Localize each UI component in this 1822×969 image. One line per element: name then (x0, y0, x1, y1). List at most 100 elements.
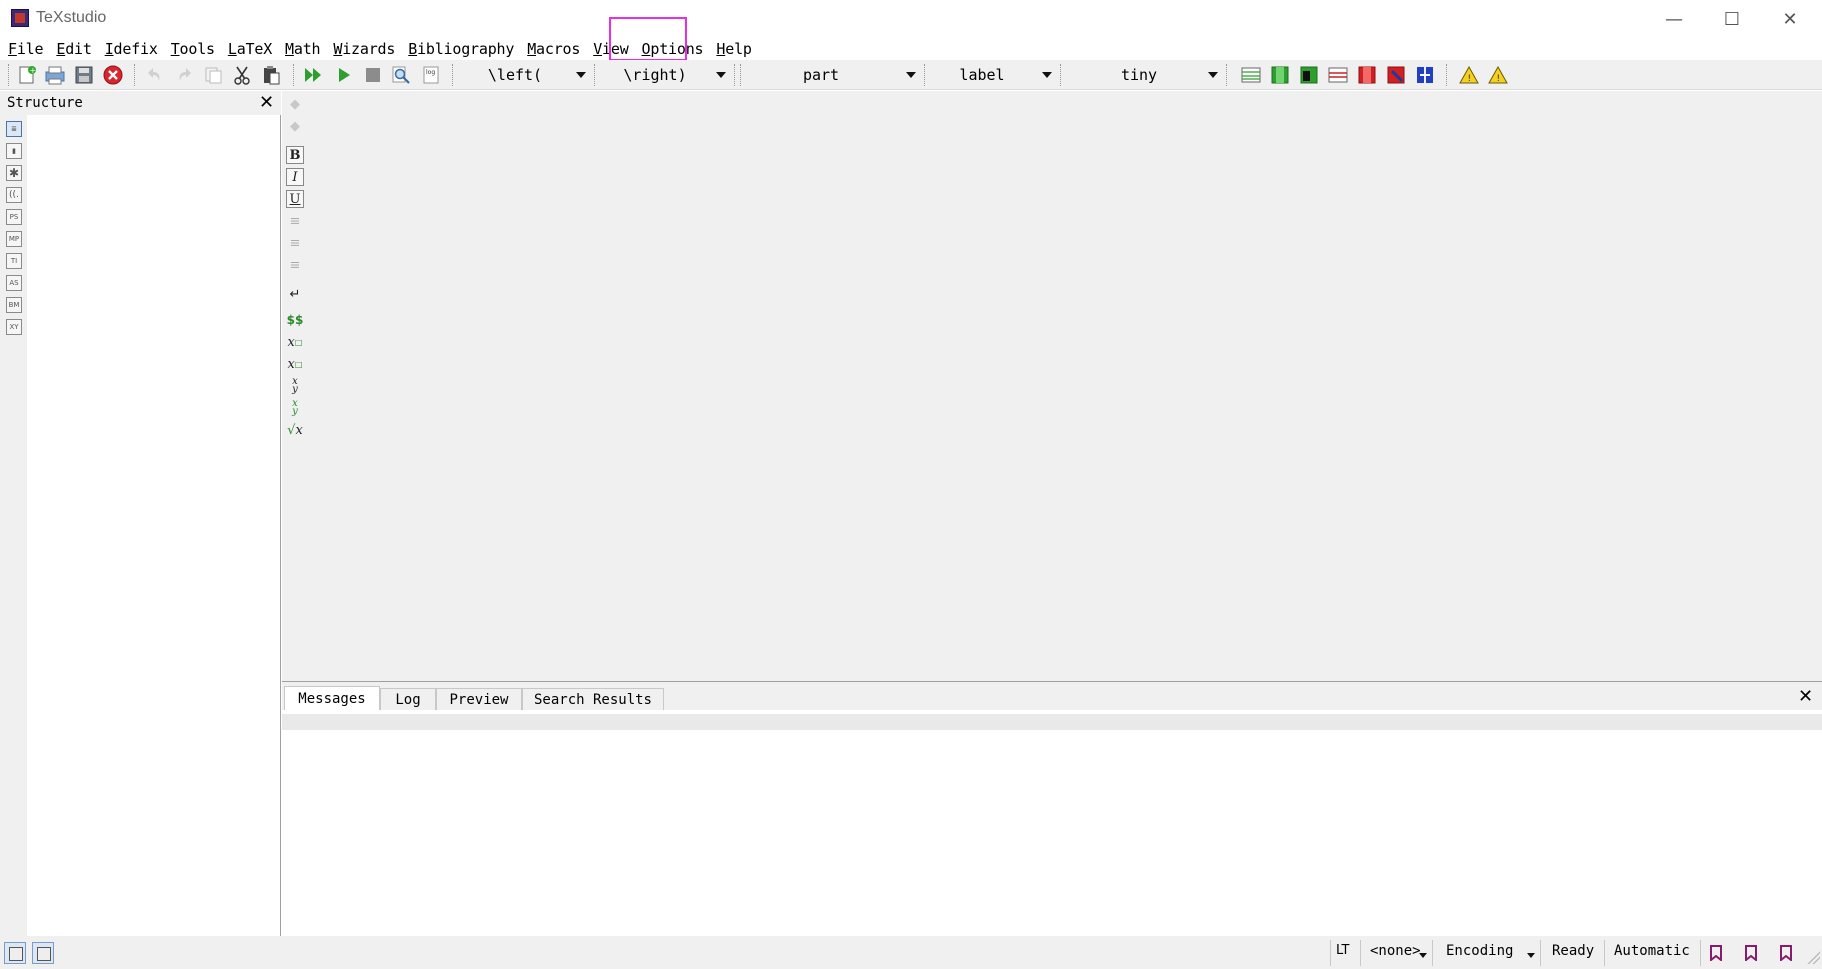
structure-header: Structure ✕ (0, 91, 281, 115)
sectioning-select[interactable]: part (744, 64, 922, 86)
view-icon[interactable] (390, 64, 412, 86)
add-column-icon[interactable] (1269, 64, 1291, 86)
editor-area[interactable]: ◆ ◆ B I U ≡ ≡ ≡ ↵ $$ x □ x □ xy xy √ x (282, 91, 1822, 681)
menu-wizards[interactable]: Wizards (333, 40, 401, 58)
tab-preview[interactable]: Preview (436, 688, 522, 710)
cut-icon[interactable] (231, 64, 253, 86)
minimize-button[interactable]: — (1645, 0, 1703, 38)
bookmark-icon[interactable]: ▮ (6, 143, 22, 159)
xypic-icon[interactable]: XY (6, 319, 22, 335)
language-select[interactable]: <none> (1370, 943, 1421, 959)
save-icon[interactable] (73, 64, 95, 86)
metapost-icon[interactable]: MP (6, 231, 22, 247)
maximize-button[interactable]: ☐ (1703, 0, 1761, 38)
align-table-icon[interactable] (1414, 64, 1436, 86)
align-left-icon[interactable]: ≡ (286, 212, 304, 230)
paste-icon[interactable] (260, 64, 282, 86)
new-file-icon[interactable]: + (16, 64, 38, 86)
messages-header-strip (282, 714, 1822, 730)
compile-icon[interactable] (333, 64, 355, 86)
chevron-down-icon (1527, 953, 1535, 958)
close-messages-button[interactable]: ✕ (1798, 686, 1813, 707)
remove-row-icon[interactable] (1385, 64, 1407, 86)
toolbar-separator (740, 64, 741, 86)
previous-mark-icon[interactable]: ◆ (286, 95, 304, 113)
menu-tools[interactable]: Tools (171, 40, 221, 58)
reference-value: label (959, 66, 1005, 84)
insert-column-icon[interactable] (1298, 64, 1320, 86)
redo-icon[interactable] (173, 64, 195, 86)
texstudio-logo-icon (11, 9, 29, 27)
status-bar: LT <none> Encoding Ready Automatic (0, 936, 1822, 969)
next-mark-icon[interactable]: ◆ (286, 117, 304, 135)
log-icon[interactable]: log (419, 64, 441, 86)
size-select[interactable]: tiny (1064, 64, 1224, 86)
left-delimiter-select[interactable]: \left( (460, 64, 592, 86)
menu-options[interactable]: Options (642, 40, 710, 58)
subscript-icon[interactable]: x □ (286, 333, 304, 351)
toolbar-separator (1226, 64, 1227, 86)
bold-icon[interactable]: B (286, 146, 304, 164)
right-delimiter-select[interactable]: \right) (600, 64, 732, 86)
close-structure-button[interactable]: ✕ (259, 92, 274, 113)
stop-icon[interactable] (362, 64, 384, 86)
menu-latex[interactable]: LaTeX (228, 40, 278, 58)
menu-file[interactable]: File (8, 40, 49, 58)
menu-edit[interactable]: Edit (56, 40, 97, 58)
bookmark-2-icon[interactable] (1744, 945, 1758, 963)
tikz-icon[interactable]: TI (6, 253, 22, 269)
inline-math-icon[interactable]: $$ (286, 311, 304, 329)
bookmark-1-icon[interactable] (1709, 945, 1723, 963)
menu-macros[interactable]: Macros (527, 40, 586, 58)
structure-icon[interactable]: ≣ (6, 121, 22, 137)
svg-text:!: ! (1497, 74, 1501, 84)
superscript-icon[interactable]: x □ (286, 355, 304, 373)
reference-select[interactable]: label (928, 64, 1058, 86)
build-view-icon[interactable] (303, 64, 325, 86)
italic-icon[interactable]: I (286, 168, 304, 186)
undo-icon[interactable] (144, 64, 166, 86)
dfrac-icon[interactable]: xy (286, 399, 304, 417)
fraction-icon[interactable]: xy (286, 377, 304, 395)
menu-bibliography[interactable]: Bibliography (408, 40, 520, 58)
add-row-icon[interactable] (1327, 64, 1349, 86)
menu-view[interactable]: View (593, 40, 634, 58)
toolbar-separator (452, 64, 453, 86)
symbols-icon[interactable]: ✱ (6, 165, 22, 181)
underline-icon[interactable]: U (286, 190, 304, 208)
bookmark-3-icon[interactable] (1779, 945, 1793, 963)
close-window-button[interactable]: ✕ (1761, 0, 1819, 38)
encoding-select[interactable]: Encoding (1446, 943, 1513, 959)
close-file-icon[interactable] (102, 64, 124, 86)
align-right-icon[interactable]: ≡ (286, 256, 304, 274)
menu-math[interactable]: Math (285, 40, 326, 58)
toggle-structure-button[interactable] (4, 942, 26, 964)
toolbar-separator (8, 64, 9, 86)
tab-messages[interactable]: Messages (284, 686, 380, 710)
remove-column-icon[interactable] (1356, 64, 1378, 86)
resize-grip-icon[interactable] (1806, 950, 1820, 964)
warning-alt-icon[interactable]: ! (1487, 64, 1509, 86)
menu-idefix[interactable]: Idefix (105, 40, 164, 58)
asymptote-icon[interactable]: AS (6, 275, 22, 291)
copy-icon[interactable] (202, 64, 224, 86)
table-icon[interactable] (1240, 64, 1262, 86)
tab-log[interactable]: Log (380, 688, 436, 710)
beamer-icon[interactable]: BM (6, 297, 22, 313)
window-title: TeXstudio (36, 9, 107, 26)
mode-text[interactable]: Automatic (1614, 943, 1690, 959)
status-separator (1360, 940, 1361, 966)
toggle-messages-button[interactable] (32, 942, 54, 964)
tab-search-results[interactable]: Search Results (522, 688, 664, 710)
newline-icon[interactable]: ↵ (286, 285, 304, 303)
svg-text:!: ! (1468, 74, 1472, 84)
menu-help[interactable]: Help (716, 40, 757, 58)
align-center-icon[interactable]: ≡ (286, 234, 304, 252)
sqrt-icon[interactable]: √ x (286, 421, 304, 439)
toolbar-separator (924, 64, 925, 86)
print-icon[interactable] (44, 64, 66, 86)
warning-icon[interactable]: ! (1458, 64, 1480, 86)
pstricks-icon[interactable]: PS (6, 209, 22, 225)
language-tool-icon[interactable]: LT (1336, 943, 1349, 958)
left-right-icon[interactable]: ((. (6, 187, 22, 203)
